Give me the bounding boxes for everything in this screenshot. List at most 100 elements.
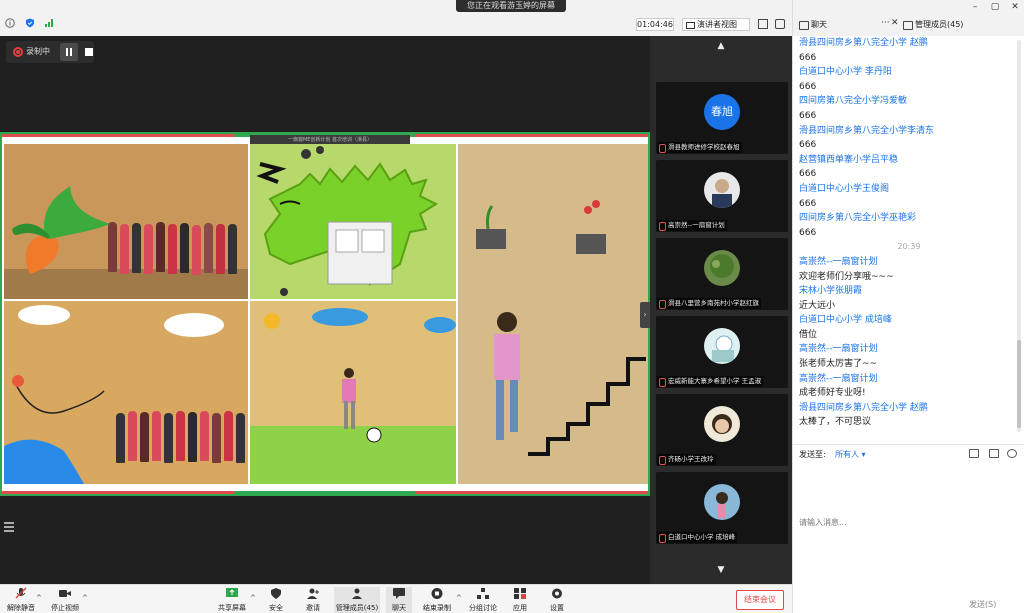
tab-chat[interactable]: 聊天 <box>799 19 827 31</box>
participant-name: 高崇然--一扇窗计划 <box>657 220 727 231</box>
breakout-icon <box>477 588 489 599</box>
chat-message: 666 <box>799 198 817 209</box>
close-window-icon[interactable]: ✕ <box>1009 2 1021 12</box>
send-to-target: 所有人 <box>835 450 859 459</box>
more-icon[interactable] <box>1007 449 1017 458</box>
fullscreen-icon[interactable] <box>758 19 768 29</box>
chat-sender: 白道口中心小学 成培峰 <box>799 315 892 326</box>
layout-icon[interactable] <box>775 19 785 29</box>
participant-tile[interactable]: 春旭 滑县教师进修学校赵春旭 <box>656 82 788 154</box>
send-button[interactable]: 发送(S) <box>969 599 996 610</box>
meeting-window: 您正在观看游玉婷的屏幕 01:04:46 演讲者视图 录制中 一扇窗ME创新计划… <box>0 0 1024 613</box>
send-to-select[interactable]: 所有人 ▾ <box>835 449 866 460</box>
chat-sender: 滑县四间房乡第八完全小学 赵鹏 <box>799 38 928 48</box>
avatar <box>704 406 740 442</box>
chat-message: 欢迎老师们分享哦~~~ <box>799 271 894 282</box>
more-options-icon[interactable]: ··· <box>881 18 890 28</box>
meeting-timer: 01:04:46 <box>636 18 674 31</box>
apps-button[interactable]: 应用 <box>510 587 530 613</box>
minimize-icon[interactable]: – <box>969 2 981 12</box>
chat-input[interactable] <box>799 462 1019 582</box>
shield-icon[interactable] <box>25 18 35 28</box>
stop-video-button[interactable]: 停止视频 <box>50 587 80 613</box>
scroll-up-icon[interactable]: ▲ <box>650 36 792 56</box>
chat-sender: 白道口中心小学王俊阁 <box>799 183 890 194</box>
participant-tile[interactable]: 滑县八里营乡南苑村小学赵红旗 <box>656 238 788 310</box>
top-bar: 您正在观看游玉婷的屏幕 01:04:46 演讲者视图 <box>0 0 792 36</box>
participant-tile[interactable]: 齐砀小学王改玲 <box>656 394 788 466</box>
close-icon[interactable]: ✕ <box>891 18 899 28</box>
participant-name: 滑县教师进修学校赵春旭 <box>657 142 742 153</box>
chat-sender: 高崇然--一扇窗计划 <box>799 256 878 267</box>
participant-tile[interactable]: 高崇然--一扇窗计划 <box>656 160 788 232</box>
video-camera-icon <box>59 590 71 597</box>
signal-icon[interactable] <box>44 18 54 28</box>
chat-sender: 高崇然--一扇窗计划 <box>799 344 878 355</box>
share-screen-button[interactable]: 共享屏幕 <box>218 587 246 613</box>
file-icon[interactable] <box>969 449 979 458</box>
recording-label: 录制中 <box>26 47 50 56</box>
mute-button[interactable]: 解除静音 <box>6 587 36 613</box>
chat-message: 666 <box>799 140 817 151</box>
end-meeting-button[interactable]: 结束会议 <box>736 590 784 610</box>
photo-crocodile <box>250 144 456 299</box>
pause-recording-button[interactable] <box>60 43 78 61</box>
avatar <box>704 172 740 208</box>
main-stage: 录制中 一扇窗ME创新计划 首次培训（滑县） › <box>0 36 650 584</box>
share-screen-icon <box>226 588 238 597</box>
send-to-row: 发送至: 所有人 ▾ <box>793 444 1024 462</box>
share-options-chevron-icon[interactable]: ^ <box>250 594 256 602</box>
collapse-strip-button[interactable]: › <box>640 302 650 328</box>
participant-name: 齐砀小学王改玲 <box>657 454 716 465</box>
photo-soccer <box>250 301 456 484</box>
photo-carrot-tug <box>4 144 248 299</box>
invite-button[interactable]: 邀请 <box>302 587 324 613</box>
record-options-chevron-icon[interactable]: ^ <box>456 594 462 602</box>
apps-icon <box>514 588 526 599</box>
chat-scrollbar[interactable] <box>1017 40 1021 432</box>
security-button[interactable]: 安全 <box>266 587 286 613</box>
chat-panel: – ▢ ✕ 聊天 ··· ✕ 管理成员(45) 滑县四间房乡第八完全小学 赵鹏 6… <box>792 0 1024 613</box>
breakout-rooms-button[interactable]: 分组讨论 <box>468 587 498 613</box>
view-mode-button[interactable]: 演讲者视图 <box>682 18 750 31</box>
scrollbar-thumb[interactable] <box>1017 340 1021 428</box>
gear-icon <box>552 588 562 599</box>
list-toggle-icon[interactable] <box>4 520 18 534</box>
settings-button[interactable]: 设置 <box>546 587 568 613</box>
viewing-banner: 您正在观看游玉婷的屏幕 <box>456 0 566 12</box>
bottom-toolbar: 解除静音 ^ 停止视频 ^ 共享屏幕 ^ 安全 邀请 管理成员(45) 聊天 结… <box>0 584 792 613</box>
screenshot-icon[interactable] <box>989 449 999 458</box>
participant-tile[interactable]: 宏威新能大寨乡希望小学 王孟淑 <box>656 316 788 388</box>
avatar: 春旭 <box>704 94 740 130</box>
participant-tile[interactable]: 白道口中心小学 成培峰 <box>656 472 788 544</box>
mute-options-chevron-icon[interactable]: ^ <box>36 594 42 602</box>
chat-message: 成老师好专业呀! <box>799 388 866 399</box>
maximize-icon[interactable]: ▢ <box>989 2 1001 12</box>
chat-message: 张老师太厉害了~~ <box>799 359 878 370</box>
chat-message: 借位 <box>799 329 818 340</box>
stop-recording-button[interactable] <box>80 43 98 61</box>
chat-header: – ▢ ✕ 聊天 ··· ✕ 管理成员(45) <box>793 0 1024 36</box>
chat-sender: 赵营镇西单寨小学吕平稳 <box>799 154 899 165</box>
chat-button[interactable]: 聊天 <box>386 587 412 613</box>
chat-message: 太棒了，不可思议 <box>799 417 872 428</box>
manage-members-button[interactable]: 管理成员(45) <box>334 587 380 613</box>
end-recording-button[interactable]: 结束录制 <box>422 587 452 613</box>
chat-sender: 四间房第八完全小学冯爱敏 <box>799 96 908 107</box>
chat-sender: 四间房乡第八完全小学巫艳彩 <box>799 213 917 224</box>
avatar <box>704 250 740 286</box>
recording-indicator: 录制中 <box>6 41 94 63</box>
participant-strip: ▲ 春旭 滑县教师进修学校赵春旭 高崇然--一扇窗计划 滑县八里营乡南苑村小学赵… <box>650 36 792 584</box>
avatar <box>704 484 740 520</box>
video-options-chevron-icon[interactable]: ^ <box>82 594 88 602</box>
record-stop-icon <box>431 588 443 599</box>
scroll-down-icon[interactable]: ▼ <box>650 560 792 580</box>
avatar <box>704 328 740 364</box>
info-icon[interactable] <box>5 18 15 28</box>
chat-icon <box>393 588 405 599</box>
tab-members[interactable]: 管理成员(45) <box>903 19 963 31</box>
chat-sender: 宋林小学张朋霞 <box>799 286 863 297</box>
participant-name: 白道口中心小学 成培峰 <box>657 532 738 543</box>
chat-message: 666 <box>799 52 817 63</box>
chat-sender: 高崇然--一扇窗计划 <box>799 373 878 384</box>
